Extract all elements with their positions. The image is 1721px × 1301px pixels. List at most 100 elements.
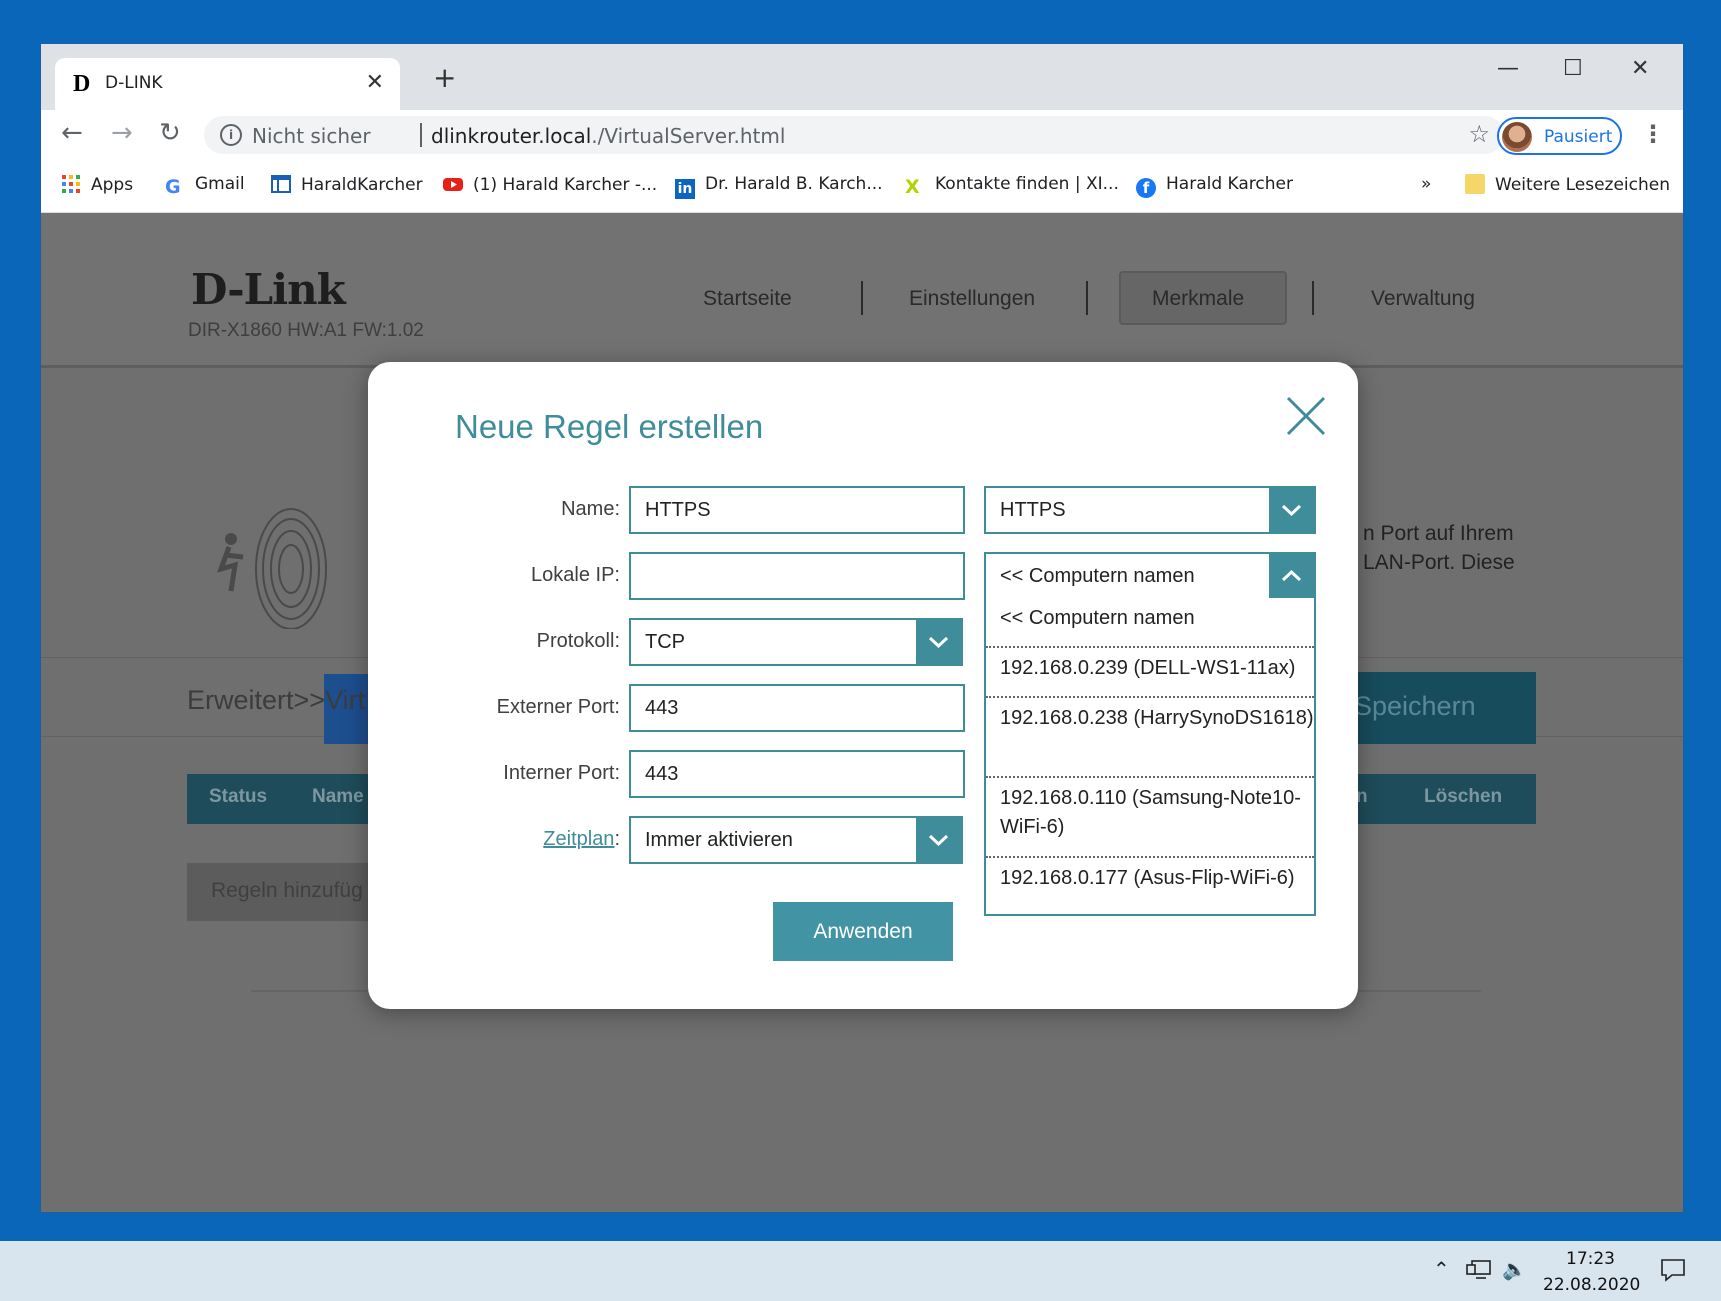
url-path: ./VirtualServer.html <box>591 124 786 148</box>
dialog-title: Neue Regel erstellen <box>455 408 764 445</box>
windows-taskbar: ⌃ 🔈 17:23 22.08.2020 <box>0 1241 1721 1301</box>
profile-button[interactable]: Pausiert <box>1497 117 1622 155</box>
bookmark-label: Dr. Harald B. Karch... <box>705 174 883 194</box>
chevron-down-icon[interactable] <box>1269 488 1314 532</box>
google-icon: G <box>165 176 181 198</box>
apply-button[interactable]: Anwenden <box>773 902 953 961</box>
apps-grid-icon <box>62 175 80 193</box>
clock-time[interactable]: 17:23 <box>1566 1249 1615 1269</box>
browser-toolbar: ← → ↻ i Nicht sicher dlinkrouter.local./… <box>41 110 1683 160</box>
model-info: DIR-X1860 HW:A1 FW:1.02 <box>188 320 424 341</box>
nav-divider <box>1312 281 1314 315</box>
dropdown-option[interactable]: 192.168.0.239 (DELL-WS1-11ax) <box>986 648 1314 698</box>
bookmark-label: Apps <box>91 175 134 195</box>
schedule-link[interactable]: Zeitplan <box>543 828 614 850</box>
bookmark-linkedin[interactable]: in Dr. Harald B. Karch... <box>675 174 883 199</box>
internal-port-value: 443 <box>645 763 679 785</box>
bookmark-xing[interactable]: X Kontakte finden | XI... <box>905 174 1119 197</box>
name-field[interactable]: HTTPS <box>629 486 965 534</box>
info-icon[interactable]: i <box>220 124 242 146</box>
service-preset-select[interactable]: HTTPS <box>984 486 1316 534</box>
breadcrumb: Erweitert>>Virt <box>187 685 366 715</box>
protocol-select[interactable]: TCP <box>629 618 963 666</box>
nav-verwaltung[interactable]: Verwaltung <box>1371 287 1475 311</box>
local-ip-field[interactable] <box>629 552 965 600</box>
bookmark-star-icon[interactable]: ☆ <box>1468 120 1490 148</box>
new-tab-button[interactable]: + <box>433 64 456 92</box>
bookmarks-overflow-button[interactable]: » <box>1421 174 1431 194</box>
dropdown-option[interactable]: 192.168.0.238 (HarrySynoDS1618) <box>986 698 1314 778</box>
nav-einstellungen[interactable]: Einstellungen <box>909 287 1035 311</box>
address-bar[interactable]: i Nicht sicher dlinkrouter.local./Virtua… <box>204 116 1504 154</box>
computer-name-value: << Computern namen <box>1000 565 1195 587</box>
dropdown-option[interactable]: 192.168.0.177 (Asus-Flip-WiFi-6) <box>986 858 1314 912</box>
nav-merkmale[interactable]: Merkmale <box>1152 287 1244 311</box>
dropdown-option[interactable]: << Computern namen <box>986 598 1314 648</box>
bookmark-facebook[interactable]: f Harald Karcher <box>1136 174 1293 198</box>
local-ip-input[interactable] <box>645 564 949 589</box>
add-rule-label: Regeln hinzufüg <box>211 879 363 902</box>
bookmark-apps[interactable]: Apps <box>61 174 133 195</box>
external-port-value: 443 <box>645 697 679 719</box>
schedule-value: Immer aktivieren <box>645 829 793 851</box>
bookmark-label: Gmail <box>195 174 245 194</box>
close-tab-icon[interactable]: ✕ <box>366 70 384 95</box>
bookmark-label: HaraldKarcher <box>301 175 423 195</box>
protocol-label: Protokoll: <box>536 630 620 652</box>
external-port-field[interactable]: 443 <box>629 684 965 732</box>
internal-port-label: Interner Port: <box>503 762 620 784</box>
chevron-down-icon[interactable] <box>916 818 961 862</box>
schedule-label: Zeitplan: <box>460 828 620 851</box>
chevron-down-icon[interactable] <box>916 620 961 664</box>
chevron-up-icon[interactable] <box>1269 554 1314 598</box>
url-text[interactable]: dlinkrouter.local./VirtualServer.html <box>431 124 785 148</box>
computer-name-select[interactable]: << Computern namen <box>984 552 1316 600</box>
minimize-button[interactable]: — <box>1497 56 1519 81</box>
bookmark-gmail[interactable]: G Gmail <box>165 174 245 197</box>
browser-tab[interactable]: D D-LINK ✕ <box>55 58 400 110</box>
nav-divider <box>1086 281 1088 315</box>
linkedin-icon: in <box>675 179 695 199</box>
name-value: HTTPS <box>645 499 711 521</box>
facebook-icon: f <box>1136 178 1156 198</box>
avatar <box>1502 122 1532 152</box>
col-loeschen: Löschen <box>1424 786 1503 807</box>
youtube-icon <box>443 178 463 191</box>
network-icon[interactable] <box>1466 1259 1492 1281</box>
reload-icon[interactable]: ↻ <box>159 118 181 148</box>
save-button-label: Speichern <box>1354 691 1476 721</box>
bg-description-line1: n Port auf Ihrem <box>1363 522 1514 545</box>
router-header: D-Link DIR-X1860 HW:A1 FW:1.02 Startseit… <box>41 213 1683 368</box>
back-arrow-icon[interactable]: ← <box>61 118 83 148</box>
chevron-up-icon[interactable]: ⌃ <box>1433 1257 1450 1281</box>
bookmark-youtube[interactable]: (1) Harald Karcher -... <box>443 174 657 195</box>
schedule-colon: : <box>614 828 620 850</box>
name-label: Name: <box>561 498 620 520</box>
maximize-button[interactable]: ☐ <box>1563 56 1583 81</box>
bookmark-haraldkarcher[interactable]: HaraldKarcher <box>271 174 423 195</box>
address-separator <box>420 123 422 147</box>
close-window-button[interactable]: ✕ <box>1631 56 1649 81</box>
new-rule-dialog: Neue Regel erstellen Name: HTTPS HTTPS L… <box>368 362 1358 1009</box>
dropdown-option[interactable]: 192.168.0.110 (Samsung-Note10-WiFi-6) <box>986 778 1314 858</box>
page-icon <box>271 175 291 193</box>
profile-status: Pausiert <box>1544 127 1613 147</box>
computer-name-dropdown-list: << Computern namen 192.168.0.239 (DELL-W… <box>984 598 1316 916</box>
folder-icon <box>1465 174 1485 194</box>
close-icon[interactable] <box>1284 394 1328 438</box>
notifications-icon[interactable] <box>1660 1257 1686 1283</box>
dlink-favicon-icon: D <box>73 71 91 97</box>
other-bookmarks-folder[interactable]: Weitere Lesezeichen <box>1465 174 1670 195</box>
local-ip-label: Lokale IP: <box>531 564 620 586</box>
security-status[interactable]: Nicht sicher <box>252 124 371 148</box>
internal-port-field[interactable]: 443 <box>629 750 965 798</box>
clock-date[interactable]: 22.08.2020 <box>1543 1275 1640 1295</box>
service-preset-value: HTTPS <box>1000 499 1066 521</box>
forward-arrow-icon[interactable]: → <box>111 118 133 148</box>
bg-description-line2: LAN-Port. Diese <box>1363 551 1515 574</box>
schedule-select[interactable]: Immer aktivieren <box>629 816 963 864</box>
nav-startseite[interactable]: Startseite <box>703 287 792 311</box>
external-port-label: Externer Port: <box>496 696 620 718</box>
volume-icon[interactable]: 🔈 <box>1502 1257 1527 1281</box>
browser-menu-icon[interactable]: ⋮ <box>1641 120 1665 148</box>
